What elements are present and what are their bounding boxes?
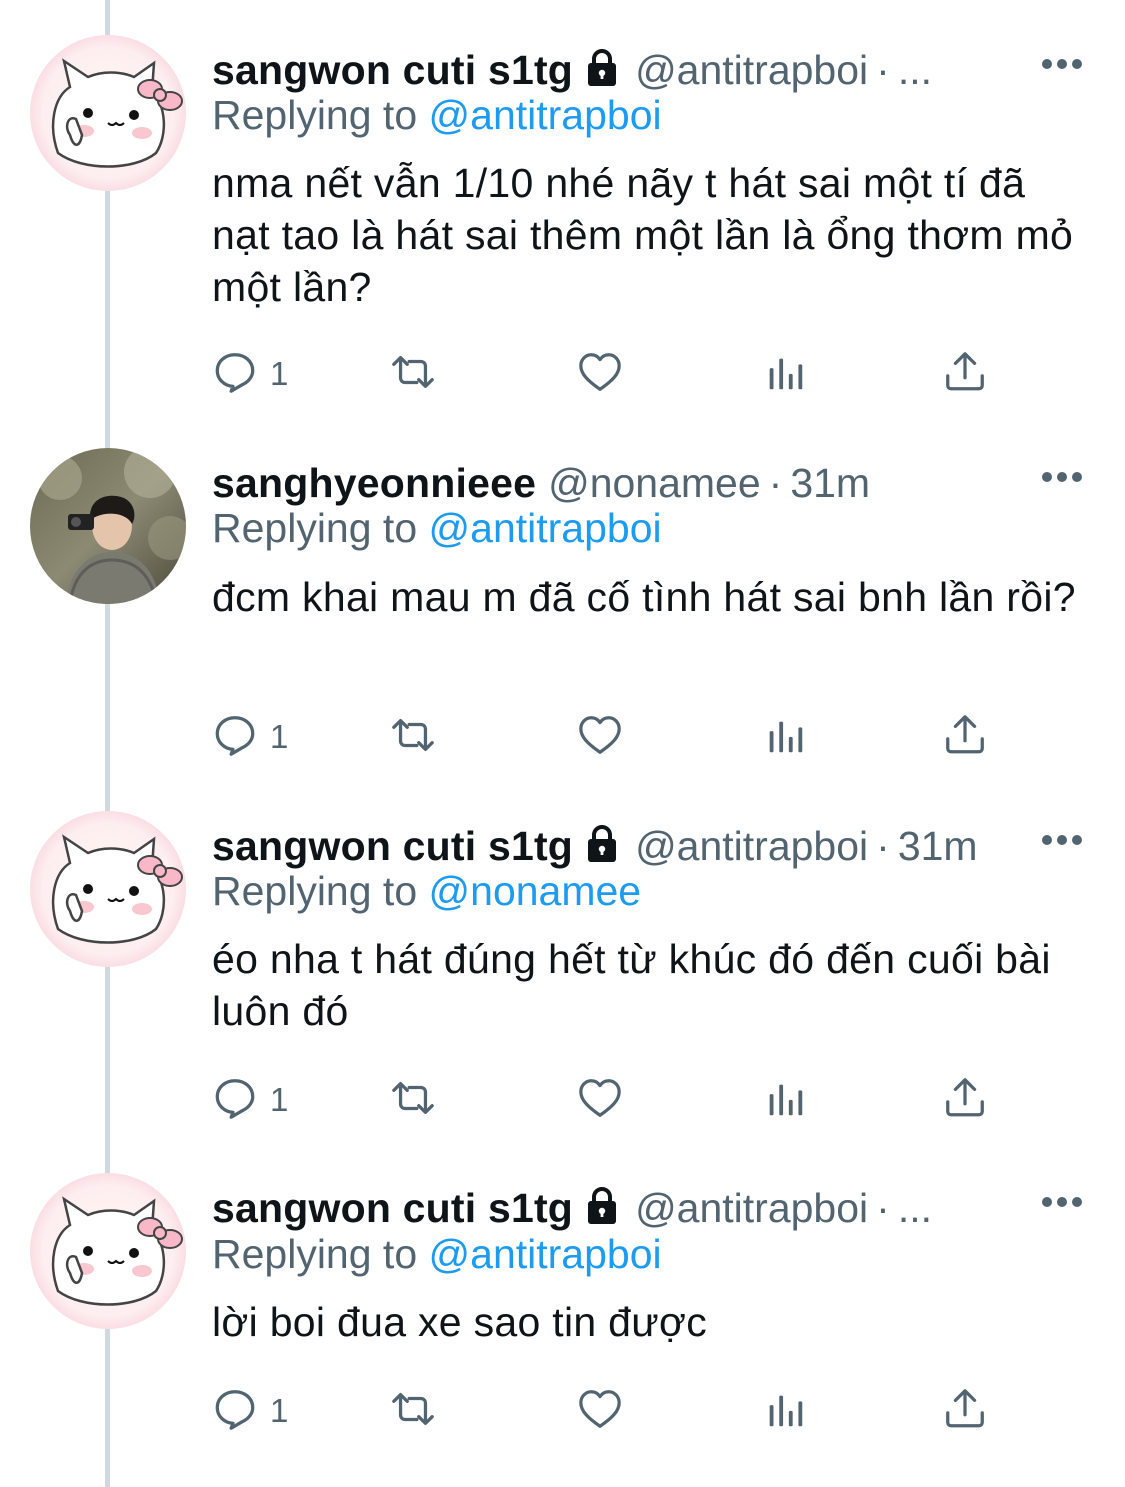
lock-icon xyxy=(581,815,623,862)
user-handle[interactable]: @antitrapboi xyxy=(635,47,868,93)
reply-button[interactable]: 1 xyxy=(212,1386,288,1436)
lock-icon xyxy=(581,1177,623,1224)
tweet-text: lời boi đua xe sao tin được xyxy=(212,1299,708,1345)
reply-icon xyxy=(212,1386,258,1437)
share-icon xyxy=(942,1386,988,1437)
analytics-icon xyxy=(762,712,808,763)
separator-dot: · xyxy=(876,1185,890,1231)
timestamp[interactable]: 31m xyxy=(898,823,978,869)
tweet-actions: 1 xyxy=(212,712,1012,762)
like-icon xyxy=(577,712,623,763)
more-icon[interactable] xyxy=(1041,833,1083,845)
analytics-button[interactable] xyxy=(762,712,808,762)
reply-button[interactable]: 1 xyxy=(212,349,288,399)
mention-link[interactable]: @nonamee xyxy=(429,868,642,914)
like-icon xyxy=(577,349,623,400)
tweet-actions: 1 xyxy=(212,1386,1012,1436)
retweet-button[interactable] xyxy=(390,1075,436,1125)
timestamp[interactable]: ... xyxy=(898,1185,932,1231)
retweet-icon xyxy=(390,1075,436,1126)
timestamp[interactable]: 31m xyxy=(790,460,870,506)
share-icon xyxy=(942,712,988,763)
share-button[interactable] xyxy=(942,349,988,399)
mention-link[interactable]: @antitrapboi xyxy=(429,505,662,551)
reply-count: 1 xyxy=(270,1081,289,1118)
like-icon xyxy=(577,1075,623,1126)
share-button[interactable] xyxy=(942,712,988,762)
retweet-button[interactable] xyxy=(390,712,436,762)
reply-icon xyxy=(212,1075,258,1126)
replying-to: Replying to @antitrapboi xyxy=(212,1226,662,1282)
retweet-button[interactable] xyxy=(390,1386,436,1436)
retweet-icon xyxy=(390,1386,436,1437)
share-icon xyxy=(942,1075,988,1126)
tweet-actions: 1 xyxy=(212,349,1012,399)
lock-icon xyxy=(581,39,623,86)
tweet-text: éo nha t hát đúng hết từ khúc đó đến cuố… xyxy=(212,936,1051,1034)
avatar[interactable] xyxy=(30,35,186,191)
replying-to-label: Replying to xyxy=(212,1231,429,1277)
timestamp[interactable]: ... xyxy=(898,47,932,93)
retweet-icon xyxy=(390,712,436,763)
reply-button[interactable]: 1 xyxy=(212,1075,288,1125)
tweet-actions: 1 xyxy=(212,1075,1012,1125)
replying-to-label: Replying to xyxy=(212,505,429,551)
separator-dot: · xyxy=(876,823,890,869)
analytics-button[interactable] xyxy=(762,1386,808,1436)
retweet-icon xyxy=(390,349,436,400)
reply-count: 1 xyxy=(270,718,289,755)
avatar[interactable] xyxy=(30,1173,186,1329)
like-button[interactable] xyxy=(577,1075,623,1125)
retweet-button[interactable] xyxy=(390,349,436,399)
analytics-button[interactable] xyxy=(762,1075,808,1125)
separator-dot: · xyxy=(768,460,783,506)
separator-dot: · xyxy=(876,47,890,93)
share-button[interactable] xyxy=(942,1075,988,1125)
replying-to: Replying to @antitrapboi xyxy=(212,87,662,143)
replying-to: Replying to @nonamee xyxy=(212,863,641,919)
like-button[interactable] xyxy=(577,712,623,762)
user-handle[interactable]: @antitrapboi xyxy=(635,823,868,869)
analytics-icon xyxy=(762,349,808,400)
analytics-button[interactable] xyxy=(762,349,808,399)
mention-link[interactable]: @antitrapboi xyxy=(429,1231,662,1277)
tweet-text: đcm khai mau m đã cố tình hát sai bnh lầ… xyxy=(212,574,1076,620)
avatar[interactable] xyxy=(30,448,186,604)
reply-icon xyxy=(212,349,258,400)
like-button[interactable] xyxy=(577,349,623,399)
reply-count: 1 xyxy=(270,355,289,392)
reply-icon xyxy=(212,712,258,763)
reply-count: 1 xyxy=(270,1392,289,1429)
share-button[interactable] xyxy=(942,1386,988,1436)
user-handle[interactable]: @antitrapboi xyxy=(635,1185,868,1231)
analytics-icon xyxy=(762,1075,808,1126)
display-name[interactable]: sangwon cuti s1tg xyxy=(212,1185,573,1231)
replying-to-label: Replying to xyxy=(212,868,429,914)
share-icon xyxy=(942,349,988,400)
more-icon[interactable] xyxy=(1041,1195,1083,1207)
more-icon[interactable] xyxy=(1041,470,1083,482)
mention-link[interactable]: @antitrapboi xyxy=(429,92,662,138)
tweet-text: nma nết vẫn 1/10 nhé nãy t hát sai một t… xyxy=(212,160,1074,310)
more-icon[interactable] xyxy=(1041,57,1083,69)
replying-to: Replying to @antitrapboi xyxy=(212,500,662,556)
reply-button[interactable]: 1 xyxy=(212,712,288,762)
like-button[interactable] xyxy=(577,1386,623,1436)
like-icon xyxy=(577,1386,623,1437)
replying-to-label: Replying to xyxy=(212,92,429,138)
analytics-icon xyxy=(762,1386,808,1437)
avatar[interactable] xyxy=(30,811,186,967)
